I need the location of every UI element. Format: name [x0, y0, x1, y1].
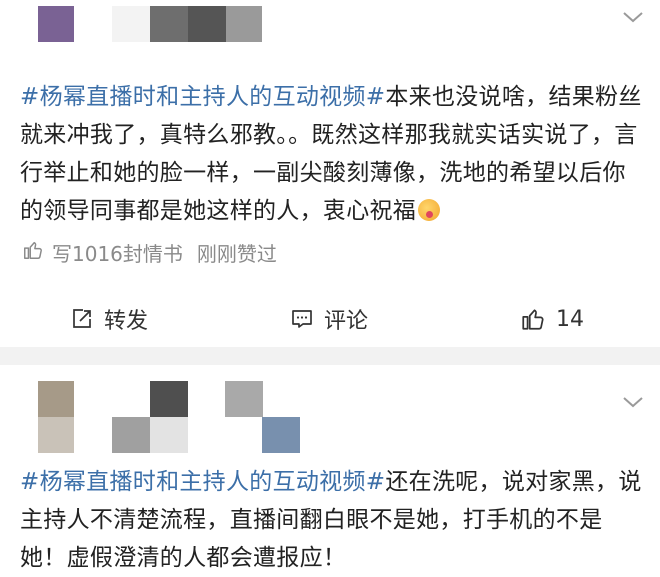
like-button[interactable]: 14	[520, 300, 584, 338]
like-count: 14	[556, 306, 584, 332]
repost-label: 转发	[104, 309, 149, 334]
blurred-user-header	[0, 365, 600, 465]
comment-button[interactable]: 评论	[290, 300, 368, 338]
blurred-user-header	[0, 0, 600, 80]
post-body: #杨幂直播时和主持人的互动视频#本来也没说啥，结果粉丝就来冲我了，真特么邪教。。…	[20, 78, 645, 230]
post-body: #杨幂直播时和主持人的互动视频#还在洗呢，说对家黑，说主持人不清楚流程，直播间翻…	[20, 463, 645, 577]
action-bar: 转发 评论 14	[0, 300, 660, 338]
post-card-1: #杨幂直播时和主持人的互动视频#本来也没说啥，结果粉丝就来冲我了，真特么邪教。。…	[0, 0, 660, 347]
repost-button[interactable]: 转发	[70, 300, 148, 338]
chevron-down-icon[interactable]	[622, 395, 644, 409]
smiling-face-emoji-icon	[418, 199, 441, 221]
like-status: 刚刚赞过	[196, 241, 277, 266]
like-info: 写1016封情书 刚刚赞过	[22, 238, 277, 266]
chevron-down-icon[interactable]	[622, 10, 644, 24]
card-separator	[0, 347, 660, 365]
thumbs-up-icon	[520, 306, 546, 332]
like-info-text: 写1016封情书	[52, 241, 183, 266]
thumbs-up-icon	[22, 239, 44, 266]
avatar[interactable]	[38, 381, 74, 417]
share-icon	[70, 307, 94, 331]
avatar[interactable]	[38, 6, 74, 42]
topic-link[interactable]: #杨幂直播时和主持人的互动视频#	[20, 84, 385, 110]
comment-icon	[290, 307, 314, 331]
post-card-2: #杨幂直播时和主持人的互动视频#还在洗呢，说对家黑，说主持人不清楚流程，直播间翻…	[0, 365, 660, 571]
comment-label: 评论	[324, 309, 369, 334]
topic-link[interactable]: #杨幂直播时和主持人的互动视频#	[20, 469, 385, 495]
